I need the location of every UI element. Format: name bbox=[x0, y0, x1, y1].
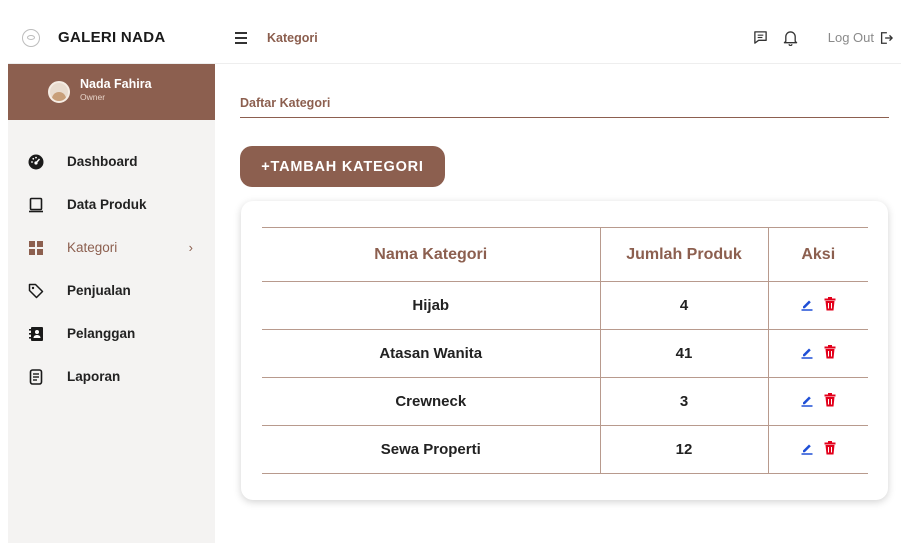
table-row: Sewa Properti 12 bbox=[262, 425, 868, 474]
delete-icon[interactable] bbox=[824, 440, 836, 455]
bell-icon[interactable] bbox=[780, 27, 802, 49]
product-count-cell: 3 bbox=[600, 377, 769, 426]
brand: GALERI NADA bbox=[8, 28, 215, 47]
logout-button[interactable]: Log Out bbox=[828, 30, 893, 45]
sidebar-nav: Dashboard Data Produk Kategori › Penjual… bbox=[8, 120, 215, 398]
top-bar: GALERI NADA Kategori Log Out bbox=[8, 12, 901, 64]
sidebar-item-pelanggan[interactable]: Pelanggan bbox=[8, 312, 215, 355]
sidebar-item-label: Kategori bbox=[67, 240, 118, 255]
edit-icon[interactable] bbox=[800, 393, 814, 407]
user-profile[interactable]: Nada Fahira Owner bbox=[8, 64, 215, 120]
message-icon[interactable] bbox=[750, 27, 772, 49]
product-count-cell: 4 bbox=[600, 281, 769, 330]
edit-icon[interactable] bbox=[800, 345, 814, 359]
sidebar-item-data-produk[interactable]: Data Produk bbox=[8, 183, 215, 226]
table-row: Hijab 4 bbox=[262, 281, 868, 330]
tag-icon bbox=[28, 283, 44, 299]
category-table: Nama Kategori Jumlah Produk Aksi Hijab 4… bbox=[262, 227, 868, 474]
sidebar-item-kategori[interactable]: Kategori › bbox=[8, 226, 215, 269]
table-row: Crewneck 3 bbox=[262, 377, 868, 426]
logout-label: Log Out bbox=[827, 30, 874, 45]
user-name: Nada Fahira bbox=[80, 76, 152, 91]
product-count-cell: 12 bbox=[600, 425, 769, 474]
actions-cell bbox=[768, 425, 868, 474]
delete-icon[interactable] bbox=[824, 296, 836, 311]
table-header-row: Nama Kategori Jumlah Produk Aksi bbox=[262, 227, 868, 282]
section-title: Daftar Kategori bbox=[240, 96, 331, 110]
sidebar-item-laporan[interactable]: Laporan bbox=[8, 355, 215, 398]
contact-book-icon bbox=[28, 326, 44, 342]
table-row: Atasan Wanita 41 bbox=[262, 329, 868, 378]
sidebar-item-dashboard[interactable]: Dashboard bbox=[8, 140, 215, 183]
grid-icon bbox=[28, 240, 44, 256]
category-name-cell: Crewneck bbox=[262, 377, 601, 426]
sidebar-item-label: Laporan bbox=[67, 369, 121, 384]
sidebar: Nada Fahira Owner Dashboard Data Produk … bbox=[8, 64, 215, 543]
sidebar-item-label: Pelanggan bbox=[67, 326, 136, 341]
column-header-nama-kategori: Nama Kategori bbox=[262, 227, 601, 282]
column-header-aksi: Aksi bbox=[768, 227, 868, 282]
breadcrumb: Kategori bbox=[267, 30, 318, 45]
actions-cell bbox=[768, 377, 868, 426]
actions-cell bbox=[768, 329, 868, 378]
edit-icon[interactable] bbox=[800, 441, 814, 455]
delete-icon[interactable] bbox=[824, 392, 836, 407]
edit-icon[interactable] bbox=[800, 297, 814, 311]
user-role: Owner bbox=[80, 91, 106, 102]
sidebar-item-label: Data Produk bbox=[67, 197, 147, 212]
avatar bbox=[48, 81, 70, 103]
brand-logo-icon bbox=[22, 28, 40, 47]
category-table-card: Nama Kategori Jumlah Produk Aksi Hijab 4… bbox=[241, 201, 888, 500]
section-divider bbox=[240, 117, 889, 118]
brand-name: GALERI NADA bbox=[58, 29, 166, 46]
report-icon bbox=[28, 368, 44, 385]
category-name-cell: Atasan Wanita bbox=[262, 329, 601, 378]
product-count-cell: 41 bbox=[600, 329, 769, 378]
dashboard-icon bbox=[28, 154, 44, 170]
add-category-button[interactable]: +TAMBAH KATEGORI bbox=[240, 146, 445, 187]
sidebar-item-label: Dashboard bbox=[67, 154, 138, 169]
actions-cell bbox=[768, 281, 868, 330]
laptop-icon bbox=[28, 197, 44, 213]
hamburger-menu-icon[interactable] bbox=[235, 31, 247, 44]
chevron-right-icon: › bbox=[188, 240, 193, 255]
column-header-jumlah-produk: Jumlah Produk bbox=[600, 227, 769, 282]
sidebar-item-label: Penjualan bbox=[67, 283, 131, 298]
category-name-cell: Sewa Properti bbox=[262, 425, 601, 474]
category-name-cell: Hijab bbox=[262, 281, 601, 330]
sidebar-item-penjualan[interactable]: Penjualan bbox=[8, 269, 215, 312]
delete-icon[interactable] bbox=[824, 344, 836, 359]
logout-icon bbox=[880, 31, 893, 44]
